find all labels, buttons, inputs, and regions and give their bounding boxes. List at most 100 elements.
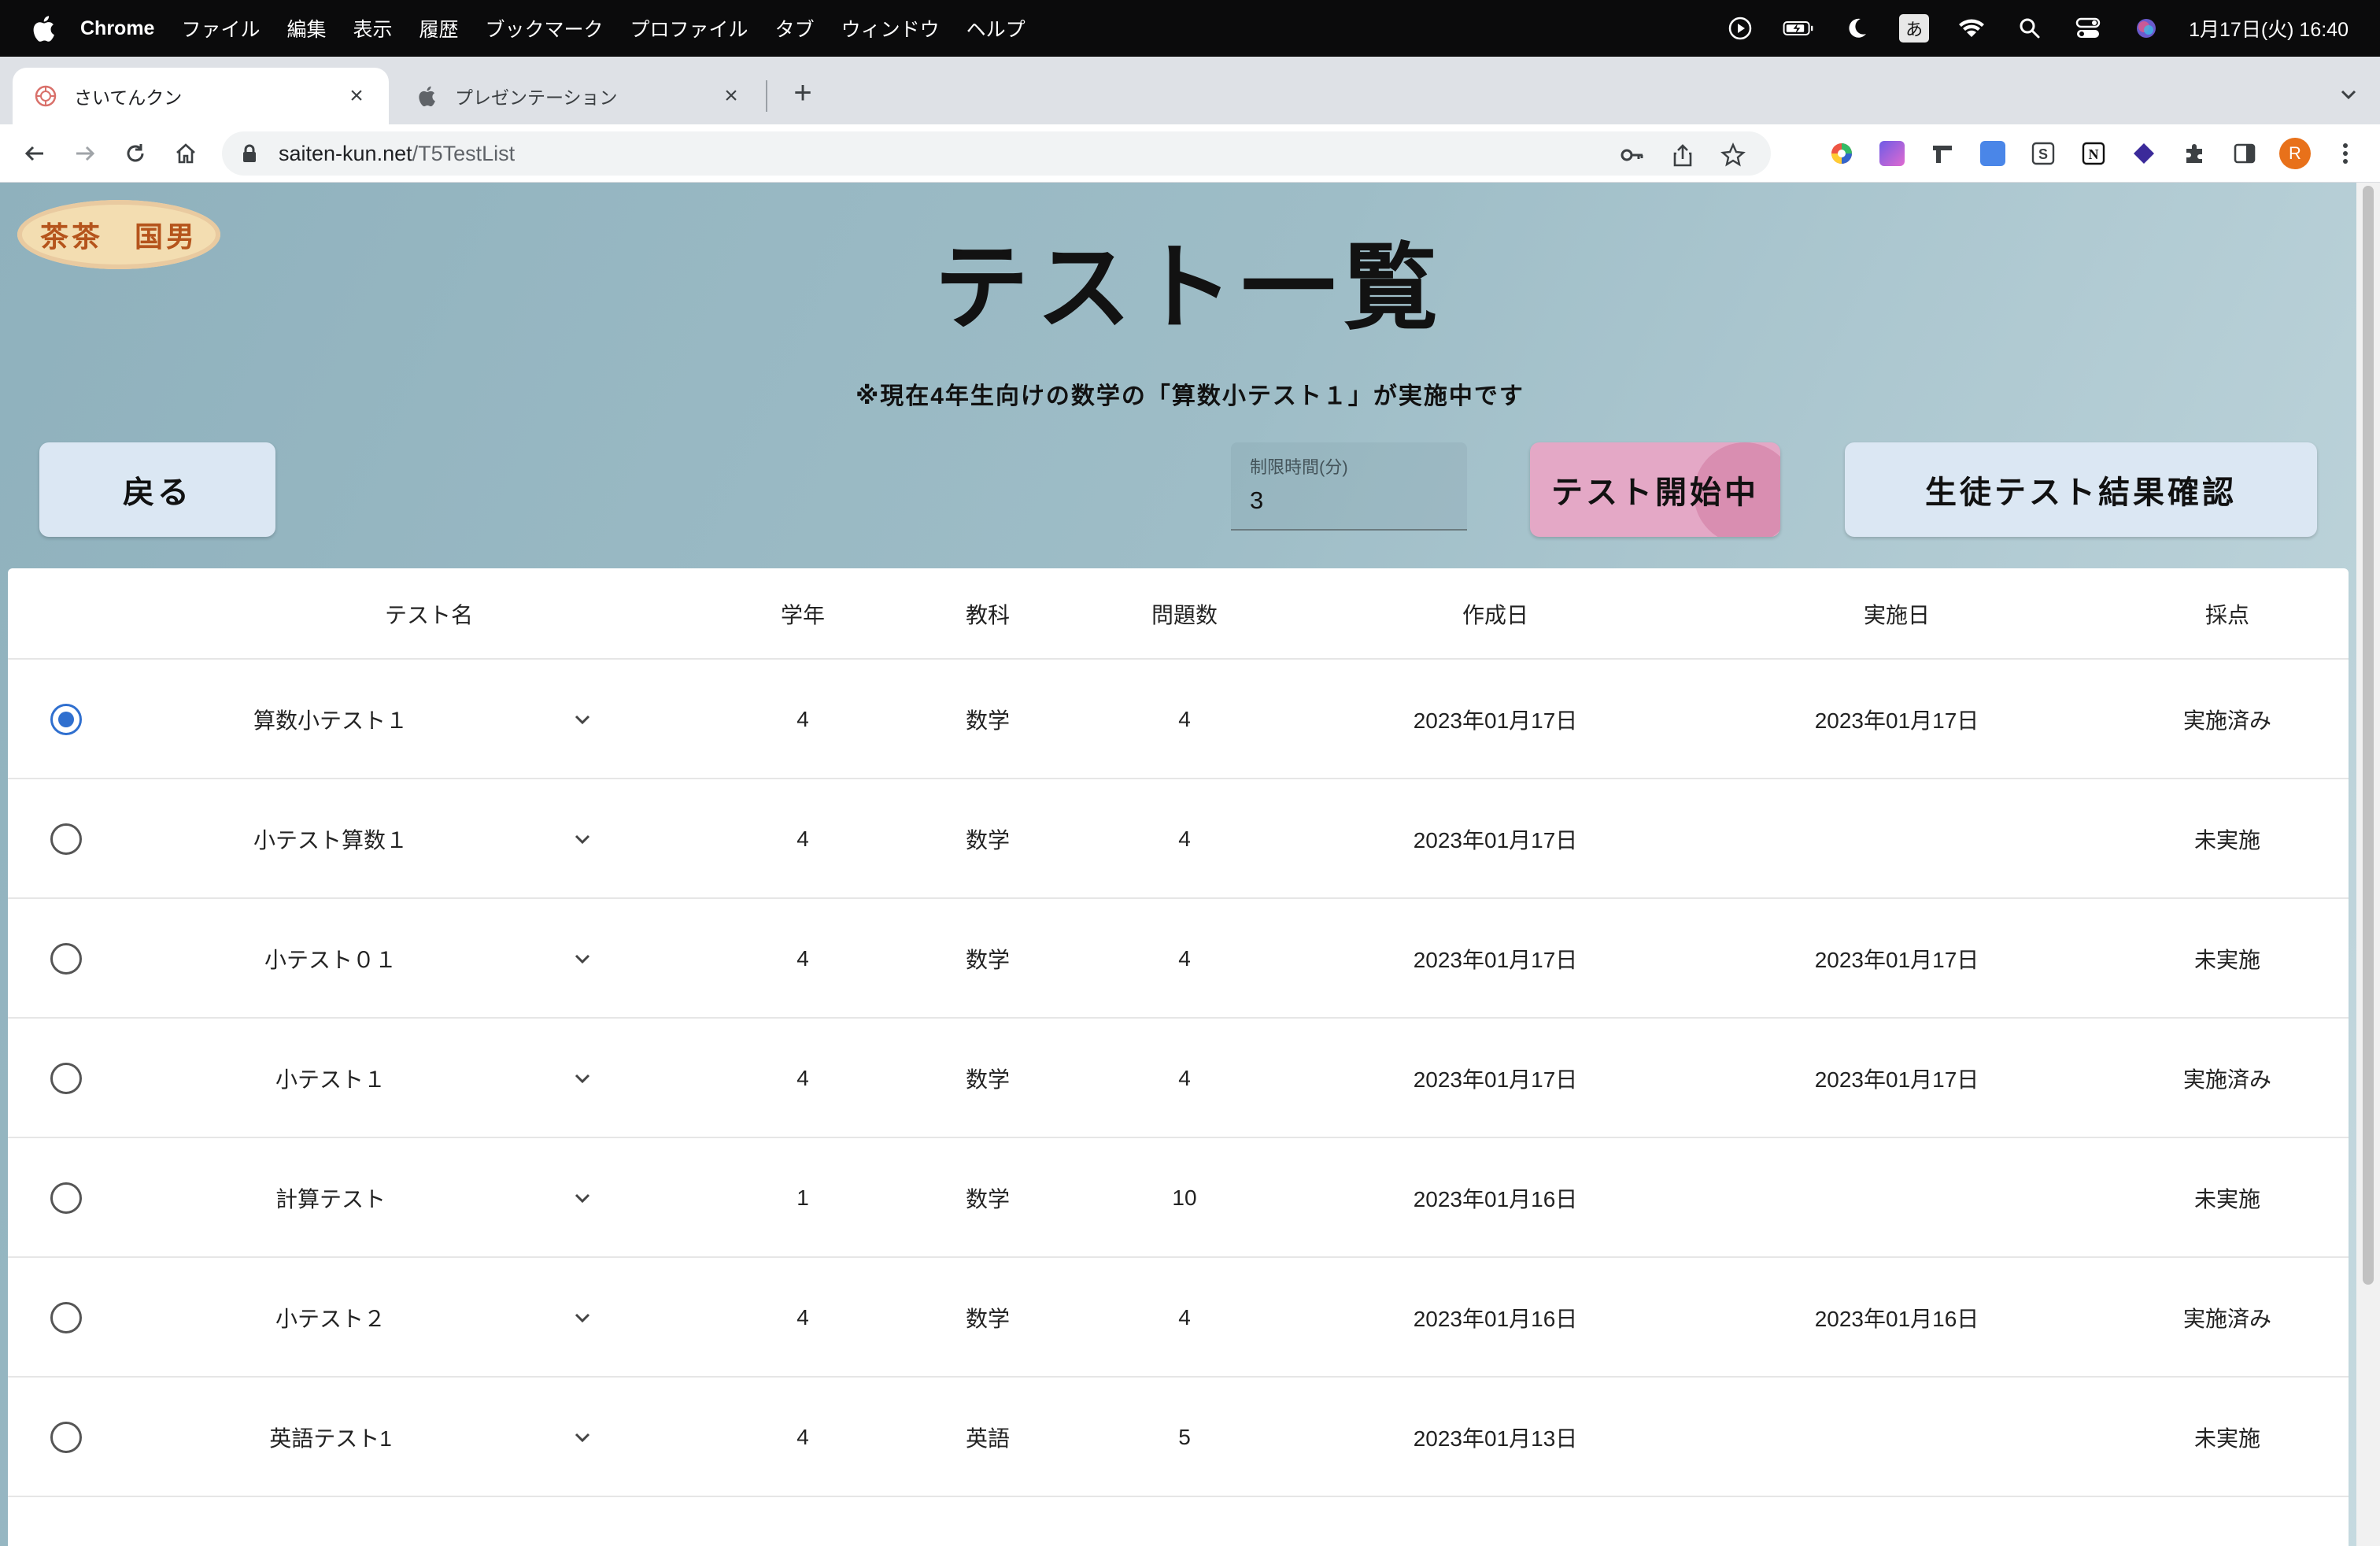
- gradient-extension-icon[interactable]: [1875, 135, 1909, 172]
- cell-test-name: 英語テスト1: [269, 1426, 392, 1451]
- address-bar[interactable]: saiten-kun.net/T5TestList: [222, 131, 1771, 176]
- row-select-radio[interactable]: [50, 1422, 82, 1453]
- home-icon[interactable]: [167, 135, 205, 172]
- table-row[interactable]: 計算テスト 1 数学 10 2023年01月16日 未実施: [8, 1138, 2349, 1258]
- control-center-icon[interactable]: [2072, 14, 2104, 43]
- input-method-indicator[interactable]: あ: [1899, 14, 1930, 43]
- time-limit-field[interactable]: 制限時間(分) 3: [1231, 442, 1467, 531]
- siri-icon[interactable]: [2131, 14, 2162, 43]
- tab-saiten-kun[interactable]: さいてんクン ×: [13, 68, 389, 124]
- menu-app-name[interactable]: Chrome: [80, 17, 154, 40]
- student-results-button[interactable]: 生徒テスト結果確認: [1845, 442, 2317, 537]
- chrome-menu-kebab-icon[interactable]: [2328, 135, 2363, 172]
- tab-search-chevron-icon[interactable]: [2330, 76, 2367, 113]
- row-select-radio[interactable]: [50, 823, 82, 855]
- google-translate-extension-icon[interactable]: [1975, 135, 2010, 172]
- cell-held-date: [1779, 1138, 2015, 1258]
- expand-chevron-icon[interactable]: [567, 1182, 598, 1214]
- table-row[interactable]: 小テスト０１ 4 数学 4 2023年01月17日 2023年01月17日 未実施: [8, 899, 2349, 1019]
- menubar-clock[interactable]: 1月17日(火) 16:40: [2189, 14, 2349, 43]
- s-extension-icon[interactable]: S: [2026, 135, 2060, 172]
- cell-created-date: 2023年01月17日: [1413, 708, 1578, 733]
- menu-file[interactable]: ファイル: [181, 14, 260, 43]
- color-wheel-extension-icon[interactable]: [1824, 135, 1859, 172]
- cell-grade: 4: [796, 1305, 809, 1330]
- tab-title: さいてんクン: [74, 87, 183, 108]
- cell-created-date: 2023年01月16日: [1413, 1187, 1578, 1211]
- cell-grade: 4: [796, 827, 809, 851]
- battery-icon[interactable]: [1783, 14, 1814, 43]
- wide-flag-extension-icon[interactable]: [1925, 135, 1960, 172]
- row-divider: [8, 1496, 1288, 1497]
- notion-extension-icon[interactable]: N: [2076, 135, 2111, 172]
- new-tab-plus-icon[interactable]: +: [784, 74, 822, 112]
- cell-scoring: 実施済み: [2182, 708, 2271, 733]
- expand-chevron-icon[interactable]: [567, 1302, 598, 1333]
- menu-bookmarks[interactable]: ブックマーク: [486, 14, 604, 43]
- forward-arrow-icon[interactable]: [66, 135, 104, 172]
- cell-scoring: 未実施: [2193, 1187, 2260, 1211]
- menu-edit[interactable]: 編集: [286, 14, 326, 43]
- row-select-radio[interactable]: [50, 1302, 82, 1333]
- table-row[interactable]: 小テスト２ 4 数学 4 2023年01月16日 2023年01月16日 実施済み: [8, 1258, 2349, 1378]
- layers-extension-icon[interactable]: [2127, 135, 2161, 172]
- header-subject: 教科: [965, 603, 1010, 627]
- cell-question-count: 4: [1178, 946, 1191, 971]
- tab-close-icon[interactable]: ×: [719, 83, 743, 109]
- page-scrollbar[interactable]: [2356, 183, 2380, 1546]
- menu-profiles[interactable]: プロファイル: [630, 14, 748, 43]
- wifi-icon[interactable]: [1956, 14, 1987, 43]
- share-icon[interactable]: [1669, 141, 1697, 169]
- table-row[interactable]: 小テスト算数１ 4 数学 4 2023年01月17日 未実施: [8, 779, 2349, 899]
- url-path: /T5TestList: [412, 141, 516, 165]
- tab-presentation[interactable]: プレゼンテーション ×: [394, 68, 763, 124]
- scrollbar-thumb[interactable]: [2363, 186, 2374, 1285]
- row-select-radio[interactable]: [50, 1182, 82, 1214]
- menu-history[interactable]: 履歴: [419, 14, 459, 43]
- table-row[interactable]: 小テスト１ 4 数学 4 2023年01月17日 2023年01月17日 実施済み: [8, 1019, 2349, 1138]
- cell-grade: 4: [796, 946, 809, 971]
- menu-tab[interactable]: タブ: [775, 14, 815, 43]
- lock-icon[interactable]: [238, 142, 261, 165]
- back-arrow-icon[interactable]: [16, 135, 54, 172]
- cell-held-date: 2023年01月16日: [1814, 1307, 1979, 1331]
- reload-icon[interactable]: [116, 135, 154, 172]
- expand-chevron-icon[interactable]: [567, 823, 598, 855]
- bookmark-star-icon[interactable]: [1719, 141, 1747, 169]
- status-area: あ 1月17日(火) 16:40: [1724, 14, 2349, 43]
- focus-moon-icon[interactable]: [1841, 14, 1872, 43]
- tab-close-icon[interactable]: ×: [345, 83, 368, 109]
- extensions-puzzle-icon[interactable]: [2177, 135, 2212, 172]
- now-playing-icon[interactable]: [1724, 14, 1756, 43]
- browser-toolbar: saiten-kun.net/T5TestList S N R: [0, 124, 2380, 183]
- tab-title: プレゼンテーション: [455, 87, 618, 108]
- cell-test-name: 小テスト２: [275, 1307, 386, 1331]
- expand-chevron-icon[interactable]: [567, 1422, 598, 1453]
- table-row[interactable]: 英語テスト1 4 英語 5 2023年01月13日 未実施: [8, 1378, 2349, 1497]
- cell-test-name: 計算テスト: [275, 1187, 386, 1211]
- time-limit-label: 制限時間(分): [1250, 457, 1348, 477]
- menu-view[interactable]: 表示: [353, 14, 393, 43]
- apple-menu-icon[interactable]: [31, 14, 55, 43]
- menu-help[interactable]: ヘルプ: [966, 14, 1026, 43]
- row-select-radio[interactable]: [50, 943, 82, 975]
- time-limit-value[interactable]: 3: [1250, 486, 1448, 515]
- start-test-button[interactable]: テスト開始中: [1530, 442, 1780, 537]
- expand-chevron-icon[interactable]: [567, 1063, 598, 1094]
- password-key-icon[interactable]: [1618, 141, 1646, 169]
- expand-chevron-icon[interactable]: [567, 704, 598, 735]
- side-panel-icon[interactable]: [2227, 135, 2262, 172]
- profile-avatar[interactable]: R: [2278, 135, 2312, 172]
- row-select-radio[interactable]: [50, 704, 82, 735]
- spotlight-search-icon[interactable]: [2014, 14, 2046, 43]
- table-row[interactable]: 算数小テスト１ 4 数学 4 2023年01月17日 2023年01月17日 実施済み: [8, 660, 2349, 779]
- cell-question-count: 5: [1178, 1425, 1191, 1449]
- row-select-radio[interactable]: [50, 1063, 82, 1094]
- back-button[interactable]: 戻る: [39, 442, 275, 537]
- cell-grade: 1: [796, 1185, 809, 1210]
- menu-window[interactable]: ウィンドウ: [841, 14, 940, 43]
- expand-chevron-icon[interactable]: [567, 943, 598, 975]
- omnibox-actions: [1618, 141, 1747, 169]
- cell-question-count: 4: [1178, 827, 1191, 851]
- cell-test-name: 小テスト算数１: [253, 828, 408, 853]
